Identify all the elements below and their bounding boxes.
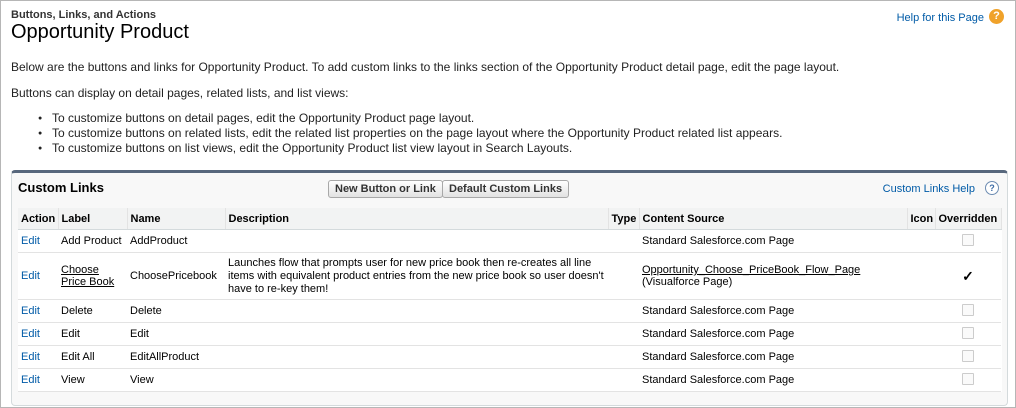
row-description xyxy=(225,322,608,346)
row-description xyxy=(225,299,608,323)
overridden-checkbox xyxy=(962,372,974,385)
row-icon xyxy=(907,299,935,323)
row-content-source: Standard Salesforce.com Page xyxy=(639,368,907,392)
checkmark-icon: ✓ xyxy=(962,267,974,284)
row-name: Edit xyxy=(127,322,225,346)
default-custom-links-button[interactable]: Default Custom Links xyxy=(442,180,570,198)
row-description xyxy=(225,368,608,392)
custom-links-panel: Custom Links New Button or Link Default … xyxy=(11,170,1008,406)
row-type xyxy=(608,229,639,253)
row-description: Launches flow that prompts user for new … xyxy=(225,252,608,300)
bullet-item: To customize buttons on list views, edit… xyxy=(38,141,782,156)
panel-title: Custom Links xyxy=(18,180,104,195)
edit-link[interactable]: Edit xyxy=(21,374,40,386)
page-pretitle: Buttons, Links, and Actions xyxy=(11,9,157,21)
row-icon xyxy=(907,322,935,346)
row-content-source: Standard Salesforce.com Page xyxy=(639,229,907,253)
row-name: AddProduct xyxy=(127,229,225,253)
overridden-checkbox xyxy=(962,326,974,339)
row-icon xyxy=(907,252,935,300)
row-name: View xyxy=(127,368,225,392)
table-row: Edit Choose Price Book ChoosePricebook L… xyxy=(18,252,1001,300)
column-header-description: Description xyxy=(225,208,609,230)
row-name: Delete xyxy=(127,299,225,323)
row-content-source: Standard Salesforce.com Page xyxy=(639,299,907,323)
question-icon[interactable]: ? xyxy=(985,181,999,195)
row-name: ChoosePricebook xyxy=(127,252,225,300)
content-source-link[interactable]: Opportunity_Choose_PriceBook_Flow_Page xyxy=(642,264,860,276)
new-button-or-link-button[interactable]: New Button or Link xyxy=(328,180,443,198)
bullet-item: To customize buttons on detail pages, ed… xyxy=(38,111,782,126)
help-icon[interactable]: ? xyxy=(989,9,1004,24)
help-for-this-page-link[interactable]: Help for this Page xyxy=(897,12,984,24)
row-icon xyxy=(907,229,935,253)
overridden-checkbox xyxy=(962,303,974,316)
row-name: EditAllProduct xyxy=(127,345,225,369)
overridden-checkbox xyxy=(962,233,974,246)
column-header-content-source: Content Source xyxy=(639,208,908,230)
row-type xyxy=(608,322,639,346)
edit-link[interactable]: Edit xyxy=(21,351,40,363)
column-header-icon: Icon xyxy=(907,208,936,230)
row-description xyxy=(225,229,608,253)
row-label: Delete xyxy=(58,299,127,323)
table-header-row: Action Label Name Description Type Conte… xyxy=(18,208,1002,230)
table-row: Edit View View Standard Salesforce.com P… xyxy=(18,368,1001,392)
table-row: Edit Edit All EditAllProduct Standard Sa… xyxy=(18,345,1001,369)
row-icon xyxy=(907,345,935,369)
column-header-name: Name xyxy=(127,208,226,230)
row-label: Edit xyxy=(58,322,127,346)
row-label: Edit All xyxy=(58,345,127,369)
buttons-intro-text: Buttons can display on detail pages, rel… xyxy=(11,86,349,100)
table-row: Edit Add Product AddProduct Standard Sal… xyxy=(18,229,1001,253)
table-row: Edit Delete Delete Standard Salesforce.c… xyxy=(18,299,1001,323)
row-type xyxy=(608,299,639,323)
customize-bullet-list: To customize buttons on detail pages, ed… xyxy=(38,111,782,156)
column-header-label: Label xyxy=(58,208,128,230)
table-row: Edit Edit Edit Standard Salesforce.com P… xyxy=(18,322,1001,346)
custom-links-table: Action Label Name Description Type Conte… xyxy=(18,208,1002,392)
row-content-source: Standard Salesforce.com Page xyxy=(639,322,907,346)
overridden-checkbox xyxy=(962,349,974,362)
row-type xyxy=(608,368,639,392)
edit-link[interactable]: Edit xyxy=(21,235,40,247)
row-type xyxy=(608,252,639,300)
edit-link[interactable]: Edit xyxy=(21,328,40,340)
edit-link[interactable]: Edit xyxy=(21,270,40,282)
row-type xyxy=(608,345,639,369)
edit-link[interactable]: Edit xyxy=(21,305,40,317)
custom-links-help-link[interactable]: Custom Links Help xyxy=(883,183,975,195)
column-header-overridden: Overridden xyxy=(935,208,1002,230)
column-header-type: Type xyxy=(608,208,640,230)
bullet-item: To customize buttons on related lists, e… xyxy=(38,126,782,141)
content-source-type: (Visualforce Page) xyxy=(642,276,733,288)
row-label: View xyxy=(58,368,127,392)
row-icon xyxy=(907,368,935,392)
row-content-source: Standard Salesforce.com Page xyxy=(639,345,907,369)
row-description xyxy=(225,345,608,369)
column-header-action: Action xyxy=(18,208,59,230)
row-label: Add Product xyxy=(58,229,127,253)
intro-text: Below are the buttons and links for Oppo… xyxy=(11,60,840,74)
page-title: Opportunity Product xyxy=(11,21,189,43)
row-label-link[interactable]: Choose Price Book xyxy=(61,264,114,288)
